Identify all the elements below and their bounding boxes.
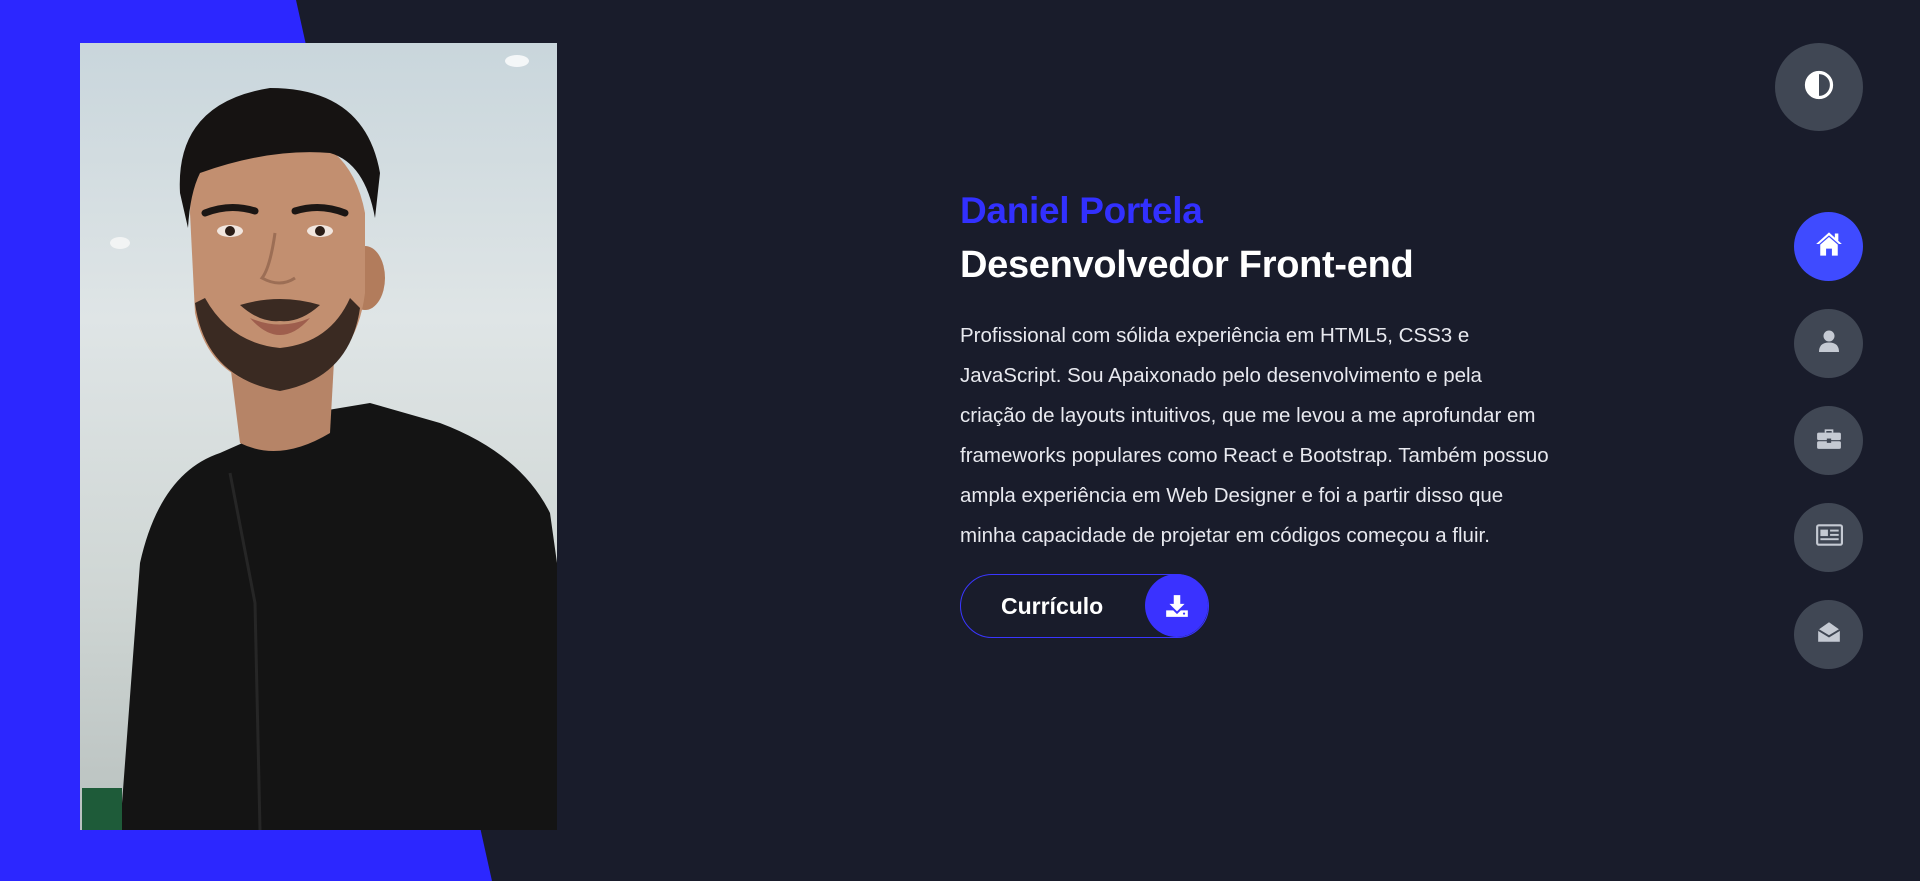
nav-item-contact[interactable] xyxy=(1794,600,1863,669)
hero-bio: Profissional com sólida experiência em H… xyxy=(960,324,1549,547)
nav-item-portfolio[interactable] xyxy=(1794,406,1863,475)
nav-item-about[interactable] xyxy=(1794,309,1863,378)
download-cv-button[interactable]: Currículo xyxy=(960,574,1209,638)
download-icon xyxy=(1145,574,1208,637)
contrast-icon xyxy=(1804,70,1834,105)
user-icon xyxy=(1817,328,1841,359)
hero-name: Daniel Portela xyxy=(960,190,1203,231)
briefcase-icon xyxy=(1816,426,1842,455)
envelope-open-icon xyxy=(1816,619,1842,650)
theme-toggle-button[interactable] xyxy=(1775,43,1863,131)
hero-content: Daniel Portela Desenvolvedor Front-end P… xyxy=(960,188,1560,638)
home-icon xyxy=(1815,231,1843,262)
hero-role: Desenvolvedor Front-end xyxy=(960,244,1414,286)
newspaper-icon xyxy=(1815,524,1843,551)
nav-item-blog[interactable] xyxy=(1794,503,1863,572)
profile-photo xyxy=(80,43,557,830)
cv-button-label: Currículo xyxy=(1001,592,1104,619)
nav-item-home[interactable] xyxy=(1794,212,1863,281)
side-navigation xyxy=(1794,212,1863,697)
